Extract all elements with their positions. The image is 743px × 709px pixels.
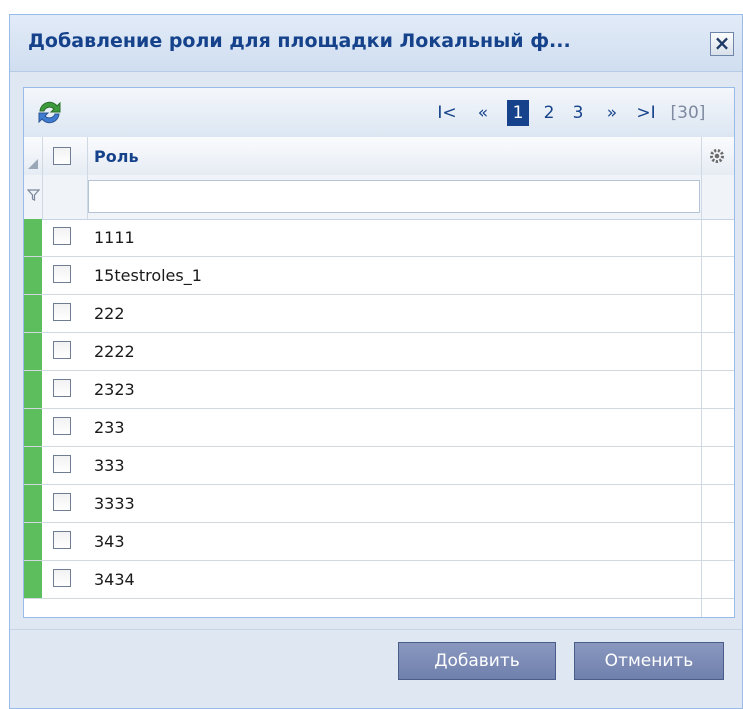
table-row[interactable]: 2323 [24, 371, 734, 409]
page-2-button[interactable]: 2 [540, 100, 558, 126]
row-marker [24, 561, 42, 598]
row-marker [24, 409, 42, 446]
role-name: 2323 [94, 380, 135, 399]
filter-row [24, 175, 734, 220]
role-name: 1111 [94, 228, 135, 247]
role-filter-input[interactable] [88, 180, 700, 213]
rows-container: 1111 15testroles_1 222 2222 2323 233 333… [24, 219, 734, 599]
total-pages: [30] [670, 103, 706, 123]
resize-corner-icon [28, 159, 38, 169]
role-name: 2222 [94, 342, 135, 361]
footer-separator [10, 629, 742, 630]
row-marker [24, 371, 42, 408]
next-page-button[interactable]: » [600, 100, 624, 126]
grid-header: Роль [24, 137, 734, 176]
select-all-checkbox[interactable] [53, 147, 71, 165]
filter-icon [27, 189, 40, 201]
row-checkbox[interactable] [53, 227, 71, 245]
page-3-button[interactable]: 3 [569, 100, 587, 126]
grid-toolbar: I< « 1 2 3 » >I [30] [24, 88, 734, 138]
row-marker [24, 485, 42, 522]
role-name: 3333 [94, 494, 135, 513]
role-name: 343 [94, 532, 125, 551]
role-name: 3434 [94, 570, 135, 589]
column-header-role[interactable]: Роль [94, 147, 139, 166]
table-row[interactable]: 15testroles_1 [24, 257, 734, 295]
row-checkbox[interactable] [53, 455, 71, 473]
last-page-button[interactable]: >I [635, 100, 657, 126]
row-marker [24, 219, 42, 256]
table-row[interactable]: 3434 [24, 561, 734, 599]
dialog-window: Добавление роли для площадки Локальный ф… [9, 14, 743, 709]
row-checkbox[interactable] [53, 341, 71, 359]
prev-page-button[interactable]: « [471, 100, 495, 126]
table-row[interactable]: 233 [24, 409, 734, 447]
role-name: 222 [94, 304, 125, 323]
row-marker [24, 333, 42, 370]
table-row[interactable]: 2222 [24, 333, 734, 371]
row-checkbox[interactable] [53, 493, 71, 511]
close-icon: × [713, 31, 731, 55]
add-button[interactable]: Добавить [398, 642, 556, 680]
refresh-icon[interactable] [36, 99, 63, 126]
table-row[interactable]: 222 [24, 295, 734, 333]
row-checkbox[interactable] [53, 531, 71, 549]
table-row[interactable]: 333 [24, 447, 734, 485]
roles-grid: I< « 1 2 3 » >I [30] Роль 1111 15testrol… [23, 87, 735, 618]
role-name: 15testroles_1 [94, 266, 202, 285]
titlebar[interactable]: Добавление роли для площадки Локальный ф… [10, 15, 742, 72]
row-checkbox[interactable] [53, 303, 71, 321]
row-marker [24, 257, 42, 294]
row-marker [24, 447, 42, 484]
gear-icon[interactable] [709, 148, 725, 164]
pager: I< « 1 2 3 » >I [30] [424, 100, 734, 126]
close-button[interactable]: × [710, 32, 734, 56]
table-row[interactable]: 1111 [24, 219, 734, 257]
role-name: 333 [94, 456, 125, 475]
page-1-button[interactable]: 1 [507, 100, 529, 126]
table-row[interactable]: 343 [24, 523, 734, 561]
role-name: 233 [94, 418, 125, 437]
first-page-button[interactable]: I< [436, 100, 458, 126]
row-marker [24, 523, 42, 560]
row-checkbox[interactable] [53, 417, 71, 435]
row-checkbox[interactable] [53, 569, 71, 587]
row-checkbox[interactable] [53, 379, 71, 397]
table-row[interactable]: 3333 [24, 485, 734, 523]
cancel-button[interactable]: Отменить [574, 642, 724, 680]
row-checkbox[interactable] [53, 265, 71, 283]
dialog-title: Добавление роли для площадки Локальный ф… [28, 30, 571, 52]
row-marker [24, 295, 42, 332]
